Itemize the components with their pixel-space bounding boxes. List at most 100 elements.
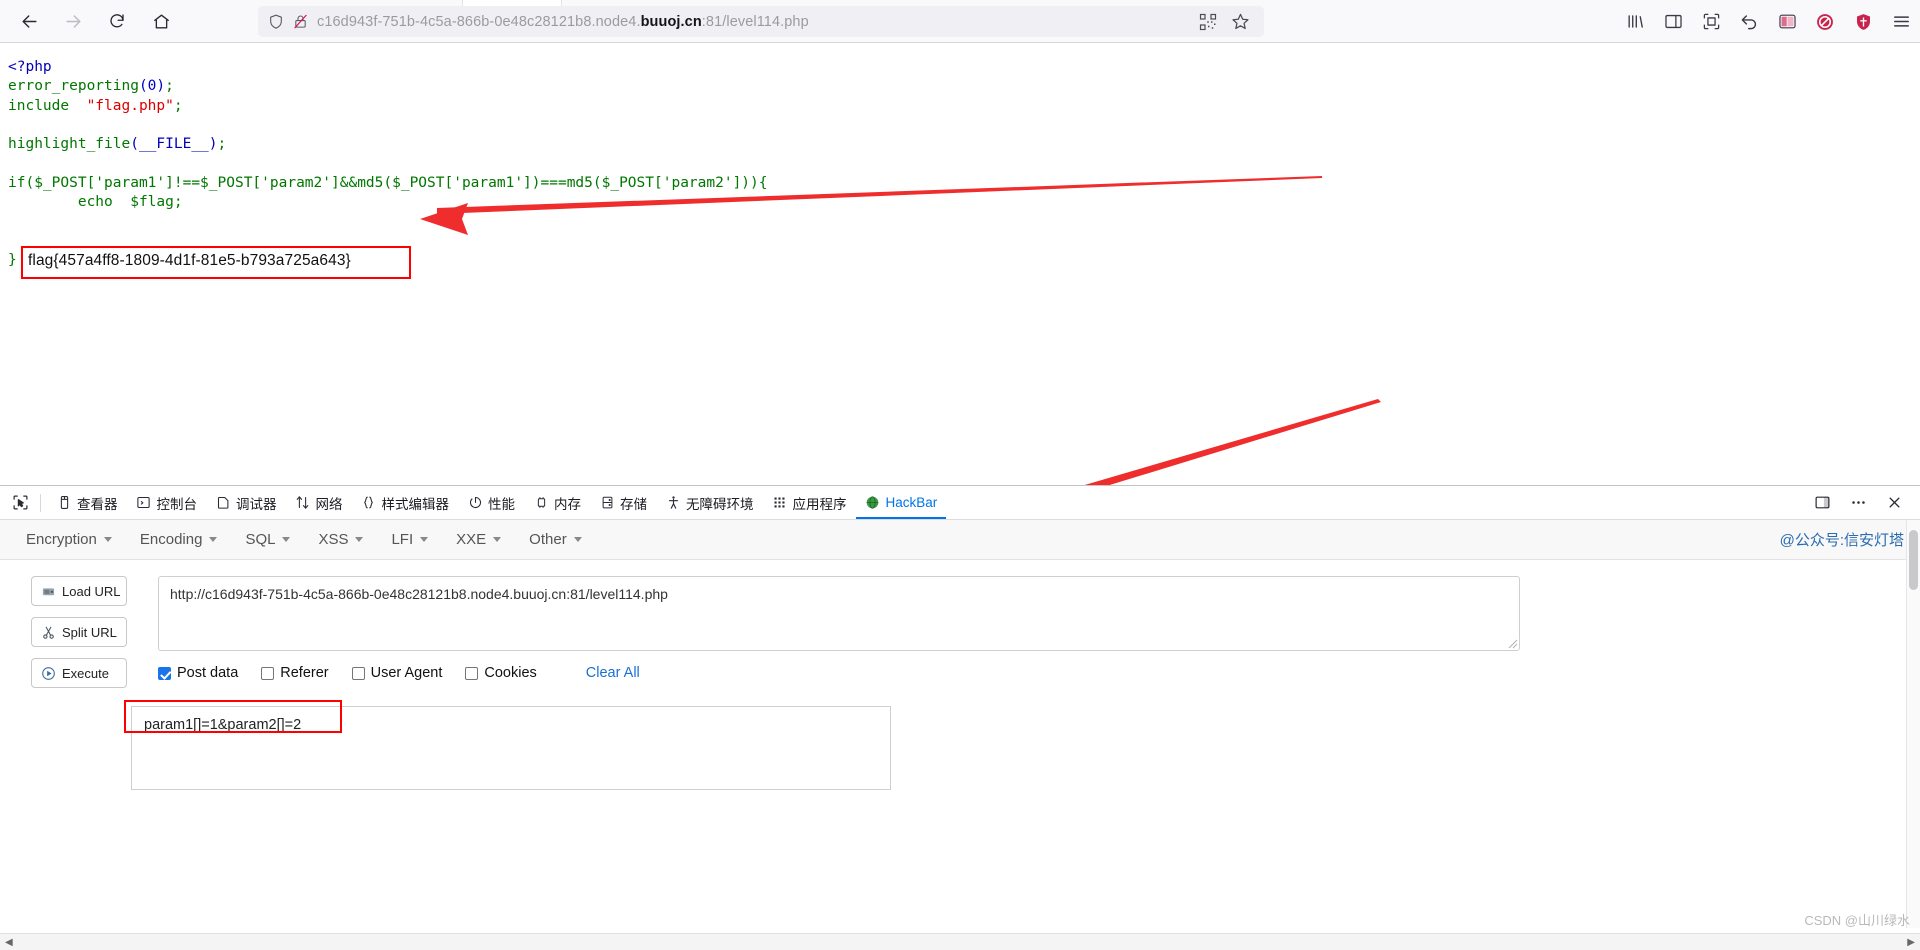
bookmark-star-icon[interactable] bbox=[1231, 12, 1250, 31]
library-icon[interactable] bbox=[1624, 11, 1646, 33]
dock-panel-icon[interactable] bbox=[1812, 493, 1832, 513]
devtools-vertical-scrollbar[interactable] bbox=[1906, 520, 1920, 928]
menu-label: Encryption bbox=[26, 531, 97, 548]
console-icon bbox=[136, 495, 152, 511]
menu-encryption[interactable]: Encryption bbox=[14, 525, 124, 554]
close-devtools-icon[interactable] bbox=[1884, 493, 1904, 513]
menu-label: LFI bbox=[391, 531, 414, 548]
hackbar-options: Post data Referer User Agent Cookies Cle… bbox=[158, 665, 640, 681]
tab-label: 控制台 bbox=[156, 496, 198, 512]
menu-encoding[interactable]: Encoding bbox=[128, 525, 230, 554]
devtools-tabbar: 查看器 控制台 调试器 网络 样式编辑器 性能 内存 存储 无障碍环境 应用程序… bbox=[0, 486, 1920, 520]
tab-memory[interactable]: 内存 bbox=[524, 486, 590, 519]
checkbox-label: Referer bbox=[280, 665, 329, 681]
container-icon[interactable] bbox=[1776, 11, 1798, 33]
tab-performance[interactable]: 性能 bbox=[458, 486, 524, 519]
code-semicolon-3: ; bbox=[217, 136, 227, 153]
load-url-button[interactable]: Load URL bbox=[31, 576, 127, 606]
cookies-checkbox-group[interactable]: Cookies bbox=[465, 665, 537, 681]
code-semicolon-2: ; bbox=[173, 97, 183, 114]
undo-icon[interactable] bbox=[1738, 11, 1760, 33]
sidebar-icon[interactable] bbox=[1662, 11, 1684, 33]
more-options-icon[interactable] bbox=[1848, 493, 1868, 513]
tab-style-editor[interactable]: 样式编辑器 bbox=[352, 486, 459, 519]
storage-icon bbox=[599, 495, 615, 511]
horizontal-scrollbar[interactable]: ◀ ▶ bbox=[0, 933, 1920, 950]
performance-icon bbox=[467, 495, 483, 511]
reload-button[interactable] bbox=[100, 4, 134, 38]
chevron-down-icon bbox=[573, 537, 582, 542]
shield-icon[interactable] bbox=[268, 13, 284, 30]
qr-icon[interactable] bbox=[1199, 13, 1217, 31]
element-picker-icon[interactable] bbox=[6, 490, 34, 516]
shield-addon-icon[interactable] bbox=[1852, 11, 1874, 33]
tab-storage[interactable]: 存储 bbox=[590, 486, 656, 519]
tab-label: 存储 bbox=[620, 496, 647, 512]
execute-button[interactable]: Execute bbox=[31, 658, 127, 688]
code-fn-error-reporting: error_reporting bbox=[8, 78, 139, 95]
tab-label: 调试器 bbox=[236, 496, 277, 512]
screenshot-icon[interactable] bbox=[1700, 11, 1722, 33]
menu-label: SQL bbox=[245, 531, 276, 548]
code-str-flagphp: "flag.php" bbox=[86, 97, 174, 114]
menu-lfi[interactable]: LFI bbox=[379, 525, 440, 554]
php-source-code: <?php error_reporting(0); include "flag.… bbox=[8, 58, 768, 212]
load-url-icon bbox=[41, 584, 56, 599]
csdn-watermark: CSDN @山川绿水 bbox=[1804, 913, 1910, 928]
tab-inspector[interactable]: 查看器 bbox=[47, 486, 127, 519]
tab-debugger[interactable]: 调试器 bbox=[206, 486, 286, 519]
clear-all-link[interactable]: Clear All bbox=[586, 665, 640, 681]
scroll-left-icon[interactable]: ◀ bbox=[0, 937, 18, 948]
menu-label: Other bbox=[529, 531, 567, 548]
post-data-checkbox[interactable] bbox=[158, 666, 171, 680]
hackbar-icon bbox=[865, 495, 881, 511]
tab-application[interactable]: 应用程序 bbox=[763, 486, 856, 519]
referer-checkbox-group[interactable]: Referer bbox=[261, 665, 329, 681]
adblock-icon[interactable] bbox=[1814, 11, 1836, 33]
application-icon bbox=[772, 495, 788, 511]
scrollbar-thumb[interactable] bbox=[1909, 530, 1918, 590]
tab-accessibility[interactable]: 无障碍环境 bbox=[656, 486, 763, 519]
chevron-down-icon bbox=[209, 537, 218, 542]
menu-icon[interactable] bbox=[1890, 11, 1912, 33]
scroll-right-icon[interactable]: ▶ bbox=[1902, 937, 1920, 948]
tab-network[interactable]: 网络 bbox=[286, 486, 352, 519]
back-button[interactable] bbox=[12, 4, 46, 38]
network-icon bbox=[295, 495, 311, 511]
scissors-icon bbox=[41, 625, 56, 640]
tab-label: HackBar bbox=[885, 495, 938, 510]
hackbar-menubar: Encryption Encoding SQL XSS LFI XXE Othe… bbox=[0, 520, 1920, 560]
button-label: Execute bbox=[62, 665, 109, 681]
hackbar-watermark: @公众号:信安灯塔 bbox=[1779, 532, 1904, 549]
forward-button[interactable] bbox=[56, 4, 90, 38]
hackbar-panel: Encryption Encoding SQL XSS LFI XXE Othe… bbox=[0, 520, 1920, 790]
cookies-checkbox[interactable] bbox=[465, 666, 479, 680]
url-input[interactable] bbox=[158, 576, 1520, 651]
page-content: <?php error_reporting(0); include "flag.… bbox=[0, 43, 1920, 485]
split-url-button[interactable]: Split URL bbox=[31, 617, 127, 647]
tab-hackbar[interactable]: HackBar bbox=[856, 486, 947, 519]
menu-xss[interactable]: XSS bbox=[306, 525, 375, 554]
lock-crossed-icon[interactable] bbox=[293, 13, 308, 30]
referer-checkbox[interactable] bbox=[261, 666, 275, 680]
menu-other[interactable]: Other bbox=[517, 525, 594, 554]
home-button[interactable] bbox=[144, 4, 178, 38]
browser-toolbar: c16d943f-751b-4c5a-866b-0e48c28121b8.nod… bbox=[0, 0, 1920, 43]
post-data-checkbox-group[interactable]: Post data bbox=[158, 665, 238, 681]
menu-xxe[interactable]: XXE bbox=[444, 525, 513, 554]
code-if-condition: if($_POST['param1']!==$_POST['param2']&&… bbox=[8, 174, 768, 191]
tab-label: 网络 bbox=[315, 496, 343, 512]
tab-console[interactable]: 控制台 bbox=[127, 486, 207, 519]
devtools-panel: 查看器 控制台 调试器 网络 样式编辑器 性能 内存 存储 无障碍环境 应用程序… bbox=[0, 485, 1920, 950]
flag-value: flag{457a4ff8-1809-4d1f-81e5-b793a725a64… bbox=[28, 252, 351, 269]
menu-sql[interactable]: SQL bbox=[233, 525, 302, 554]
user-agent-checkbox-group[interactable]: User Agent bbox=[351, 665, 442, 681]
post-data-highlight-box bbox=[124, 700, 342, 733]
user-agent-checkbox[interactable] bbox=[351, 666, 365, 680]
tab-label: 应用程序 bbox=[792, 496, 847, 512]
address-bar[interactable]: c16d943f-751b-4c5a-866b-0e48c28121b8.nod… bbox=[258, 6, 1264, 37]
memory-icon bbox=[533, 495, 549, 511]
inspector-icon bbox=[56, 495, 72, 511]
checkbox-label: Post data bbox=[177, 665, 239, 681]
chevron-down-icon bbox=[355, 537, 364, 542]
